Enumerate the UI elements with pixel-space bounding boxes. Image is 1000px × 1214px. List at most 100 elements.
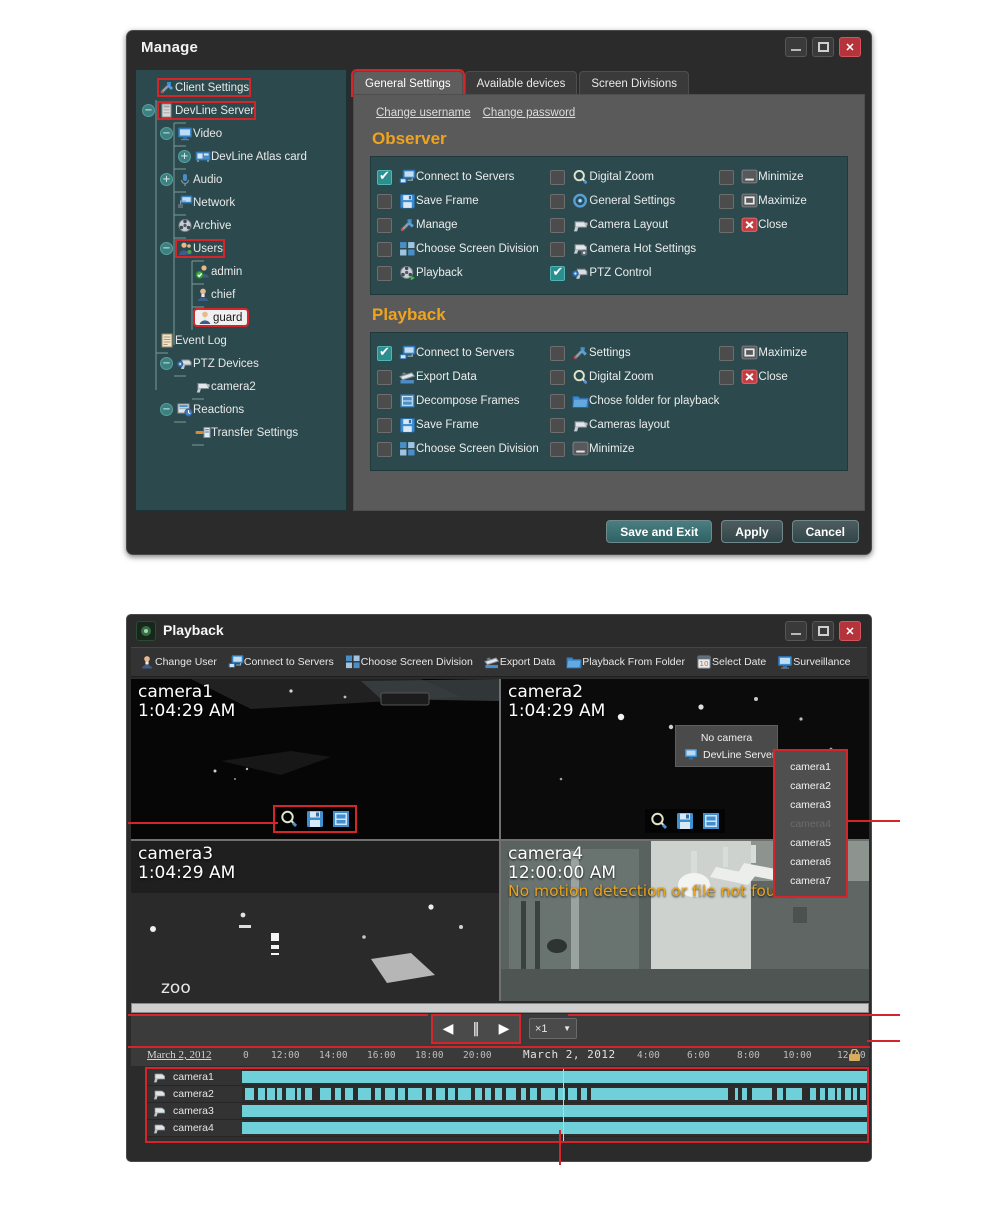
toolbar-playback-from-folder[interactable]: Playback From Folder [566, 654, 685, 670]
checkbox-camera-layout[interactable] [550, 217, 566, 233]
checkbox-close[interactable] [719, 369, 735, 385]
magnifier-icon[interactable] [279, 809, 299, 829]
checkbox-playback[interactable] [377, 265, 392, 281]
camera-option-camera5[interactable]: camera5 [775, 833, 846, 852]
frames-icon[interactable] [331, 809, 351, 829]
checkbox-digital-zoom[interactable] [550, 369, 566, 385]
tree-expander-minus[interactable]: − [160, 403, 173, 416]
checkbox-digital-zoom[interactable] [550, 169, 566, 185]
transport-buttons[interactable]: ◀ ‖ ▶ [431, 1014, 521, 1044]
floppy-icon[interactable] [305, 809, 325, 829]
playback-maximize-button[interactable] [812, 621, 834, 641]
tree-item-audio[interactable]: + Audio [136, 168, 346, 191]
permission-row[interactable]: Connect to Servers [377, 341, 550, 365]
maximize-button[interactable] [812, 37, 834, 57]
checkbox-maximize[interactable] [719, 193, 735, 209]
timeline-track[interactable] [242, 1071, 867, 1083]
timeline-date-left[interactable]: March 2, 2012 [147, 1049, 211, 1061]
toolbar-export-data[interactable]: Export Data [483, 654, 555, 670]
tree-item-network[interactable]: Network [136, 191, 346, 214]
cancel-button[interactable]: Cancel [791, 520, 859, 543]
playback-scroll-strip[interactable] [131, 1003, 869, 1013]
permission-row[interactable]: Choose Screen Division [377, 237, 550, 261]
timeline-row[interactable]: camera1 [147, 1069, 867, 1086]
tree-item-client-settings[interactable]: Client Settings [136, 76, 346, 99]
toolbar-change-user[interactable]: Change User [139, 654, 217, 670]
checkbox-save-frame[interactable] [377, 417, 392, 433]
permission-row[interactable]: Save Frame [377, 189, 550, 213]
permission-row[interactable]: Playback [377, 261, 550, 285]
camera-submenu-list[interactable]: camera1 camera2 camera3 camera4 camera5 camer… [773, 749, 848, 898]
checkbox-connect-to-servers[interactable] [377, 345, 392, 361]
checkbox-minimize[interactable] [719, 169, 735, 185]
camera1-tools[interactable] [273, 805, 357, 833]
permission-row[interactable]: Export Data [377, 365, 550, 389]
permission-row[interactable]: Save Frame [377, 413, 550, 437]
checkbox-cameras-layout[interactable] [550, 417, 566, 433]
camera2-tools[interactable] [645, 809, 725, 833]
camera-context-menu[interactable]: No camera DevLine Server ▸ [675, 725, 787, 767]
frames-icon[interactable] [701, 811, 721, 831]
checkbox-minimize[interactable] [550, 441, 566, 457]
camera-option-camera7[interactable]: camera7 [775, 871, 846, 890]
timeline-row[interactable]: camera4 [147, 1120, 867, 1137]
permission-row[interactable]: Minimize [550, 437, 719, 461]
checkbox-maximize[interactable] [719, 345, 735, 361]
camera-option-camera1[interactable]: camera1 [775, 757, 846, 776]
tree-item-devline-atlas-card[interactable]: + DevLine Atlas card [136, 145, 346, 168]
tree-item-reactions[interactable]: − Reactions [136, 398, 346, 421]
camera-panel-1[interactable]: camera1 1:04:29 AM [131, 679, 499, 839]
playback-close-button[interactable]: ✕ [839, 621, 861, 641]
timeline-track[interactable] [242, 1088, 867, 1100]
permission-row[interactable]: Close [719, 365, 841, 389]
toolbar-select-date[interactable]: 10 Select Date [696, 654, 766, 670]
tree-expander-minus[interactable]: − [142, 104, 155, 117]
tree-item-archive[interactable]: Archive [136, 214, 346, 237]
settings-tabs[interactable]: General Settings Available devices Screen … [351, 69, 865, 97]
permission-row[interactable]: Decompose Frames [377, 389, 550, 413]
checkbox-close[interactable] [719, 217, 735, 233]
permission-row[interactable]: Settings [550, 341, 719, 365]
permission-row[interactable]: Camera Layout [550, 213, 719, 237]
checkbox-connect-to-servers[interactable] [377, 169, 392, 185]
tree-item-transfer-settings[interactable]: Transfer Settings [136, 421, 346, 444]
magnifier-icon[interactable] [649, 811, 669, 831]
floppy-icon[interactable] [675, 811, 695, 831]
settings-tree[interactable]: Client Settings − DevLine Server − Video + Dev… [135, 69, 347, 511]
checkbox-settings[interactable] [550, 345, 566, 361]
timeline-camera-name[interactable]: camera3 [147, 1103, 242, 1119]
tree-item-chief[interactable]: chief [136, 283, 346, 306]
timeline-ruler[interactable]: March 2, 2012 March 2, 2012 0 12:00 14:00 1… [131, 1046, 869, 1066]
checkbox-export-data[interactable] [377, 369, 392, 385]
timeline-tracks[interactable]: camera1 camera2 camera3 camera4 [145, 1067, 869, 1143]
permission-row[interactable]: Close [719, 213, 841, 237]
checkbox-save-frame[interactable] [377, 193, 392, 209]
checkbox-camera-hot-settings[interactable] [550, 241, 566, 257]
permission-row[interactable]: Camera Hot Settings [550, 237, 719, 261]
checkbox-choose-screen-division[interactable] [377, 441, 392, 457]
toolbar-connect-to-servers[interactable]: Connect to Servers [228, 654, 334, 670]
minimize-button[interactable] [785, 37, 807, 57]
permission-row[interactable]: Maximize [719, 341, 841, 365]
timeline-camera-name[interactable]: camera2 [147, 1086, 242, 1102]
toolbar-choose-screen-division[interactable]: Choose Screen Division [345, 654, 473, 670]
timeline-camera-name[interactable]: camera1 [147, 1069, 242, 1085]
checkbox-ptz-control[interactable] [550, 265, 566, 281]
permission-row[interactable]: Connect to Servers [377, 165, 550, 189]
permission-row[interactable]: Cameras layout [550, 413, 719, 437]
permission-row[interactable]: Manage [377, 213, 550, 237]
menu-item-devline-server[interactable]: DevLine Server ▸ [676, 746, 787, 763]
toolbar-surveillance[interactable]: Surveillance [777, 654, 850, 670]
tree-item-event-log[interactable]: Event Log [136, 329, 346, 352]
timeline-camera-name[interactable]: camera4 [147, 1120, 242, 1136]
tree-item-camera2[interactable]: camera2 [136, 375, 346, 398]
close-button[interactable]: ✕ [839, 37, 861, 57]
rewind-button[interactable]: ◀ [443, 1022, 454, 1036]
tree-expander-plus[interactable]: + [160, 173, 173, 186]
change-password-link[interactable]: Change password [483, 107, 576, 119]
permission-row[interactable]: Minimize [719, 165, 841, 189]
tree-item-video[interactable]: − Video [136, 122, 346, 145]
tree-expander-minus[interactable]: − [160, 242, 173, 255]
camera-option-camera3[interactable]: camera3 [775, 795, 846, 814]
play-button[interactable]: ▶ [499, 1022, 510, 1036]
